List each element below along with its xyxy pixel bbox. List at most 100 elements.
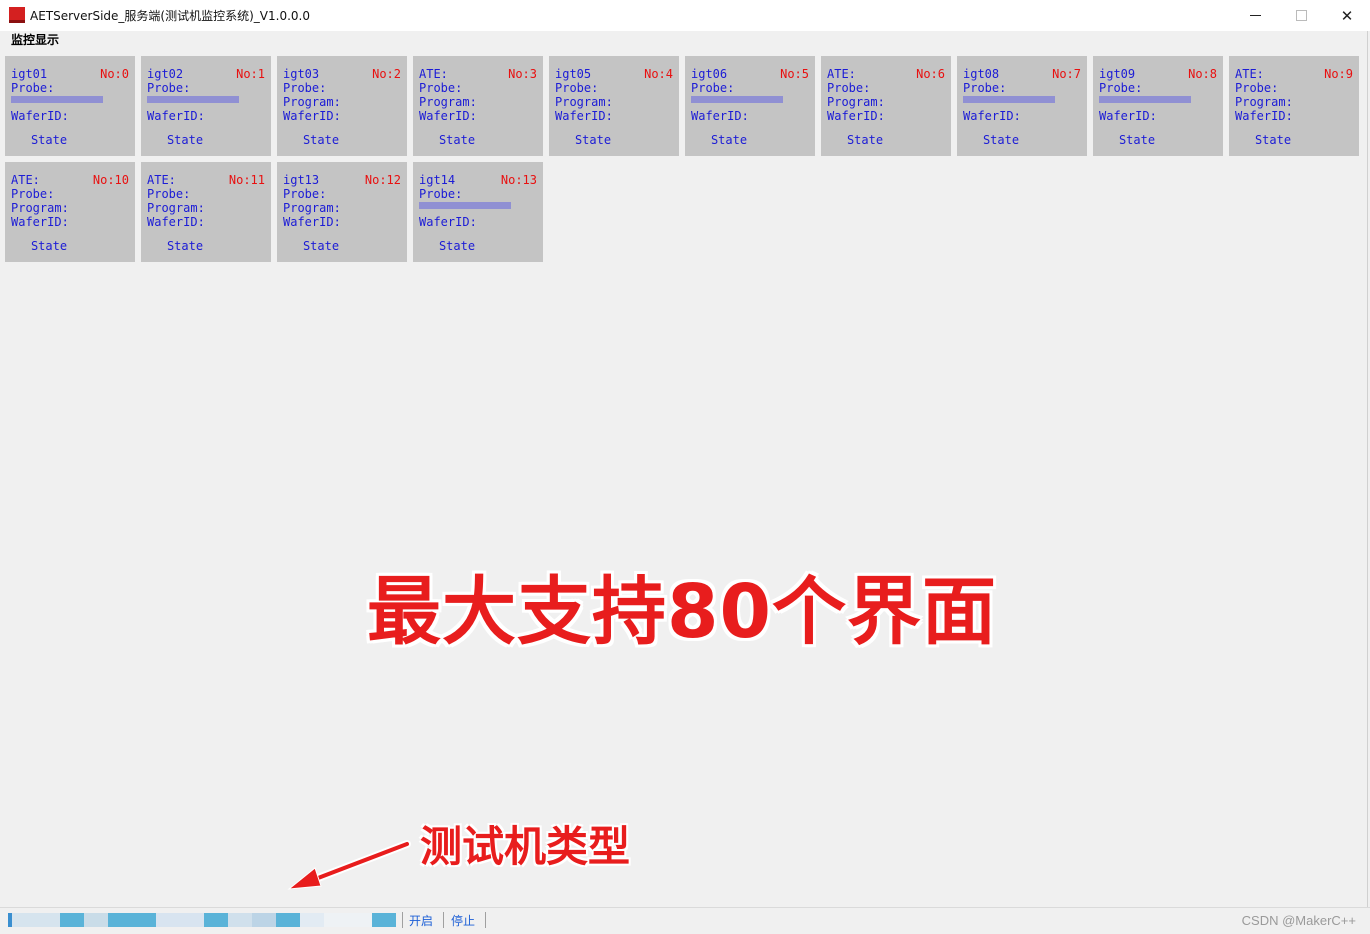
tester-name: igt05: [555, 67, 592, 81]
redacted-value: [691, 96, 783, 103]
tester-card-fields: igt09 Probe: WaferID:: [1099, 67, 1157, 123]
tester-card[interactable]: igt08 Probe: WaferID: No:7 State: [957, 56, 1087, 156]
tester-state: State: [166, 133, 204, 147]
redacted-value: [419, 202, 511, 209]
tester-state: State: [302, 239, 340, 253]
annotation-arrow-icon: [287, 840, 411, 890]
tester-card[interactable]: ATE: Probe: Program: WaferID: No:11 State: [141, 162, 271, 262]
tester-card[interactable]: igt06 Probe: WaferID: No:5 State: [685, 56, 815, 156]
tester-card-fields: igt13 Probe: Program: WaferID:: [283, 173, 341, 229]
redacted-value: [1099, 96, 1191, 103]
tester-card-fields: ATE: Probe: Program: WaferID:: [11, 173, 69, 229]
menu-bar: 监控显示: [0, 31, 1370, 49]
waferid-label: WaferID:: [283, 109, 341, 123]
status-separator: [402, 912, 403, 928]
probe-label: Probe:: [1099, 81, 1143, 95]
probe-label: Probe:: [11, 81, 55, 95]
tester-state: State: [574, 133, 612, 147]
close-button[interactable]: ✕: [1324, 0, 1370, 31]
tester-state: State: [710, 133, 748, 147]
tester-name: ATE:: [1235, 67, 1264, 81]
waferid-label: WaferID:: [11, 215, 69, 229]
tester-card[interactable]: ATE: Probe: Program: WaferID: No:6 State: [821, 56, 951, 156]
tester-name: igt01: [11, 67, 48, 81]
tester-number: No:13: [500, 173, 537, 187]
tester-card-fields: igt06 Probe: WaferID:: [691, 67, 749, 123]
minimize-button[interactable]: [1232, 0, 1278, 31]
probe-label: Probe:: [419, 187, 463, 201]
minimize-icon: [1249, 15, 1261, 16]
tester-card[interactable]: ATE: Probe: Program: WaferID: No:10 State: [5, 162, 135, 262]
waferid-label: WaferID:: [827, 109, 885, 123]
status-bar: 开启 停止 CSDN @MakerC++: [0, 907, 1370, 934]
tester-name: igt06: [691, 67, 728, 81]
waferid-label: WaferID:: [691, 109, 749, 123]
tester-card[interactable]: igt14 Probe: WaferID: No:13 State: [413, 162, 543, 262]
tester-number: No:3: [508, 67, 537, 81]
tester-name: igt08: [963, 67, 1000, 81]
tester-card-fields: igt02 Probe: WaferID:: [147, 67, 205, 123]
tester-name: igt14: [419, 173, 456, 187]
probe-label: Probe:: [147, 81, 191, 95]
tester-number: No:12: [364, 173, 401, 187]
waferid-label: WaferID:: [1099, 109, 1157, 123]
program-label: Program:: [147, 201, 205, 215]
redacted-value: [963, 96, 1055, 103]
probe-label: Probe:: [419, 81, 463, 95]
tester-state: State: [166, 239, 204, 253]
tester-card[interactable]: ATE: Probe: Program: WaferID: No:3 State: [413, 56, 543, 156]
tester-state: State: [846, 133, 884, 147]
tester-card[interactable]: igt09 Probe: WaferID: No:8 State: [1093, 56, 1223, 156]
waferid-label: WaferID:: [1235, 109, 1293, 123]
tester-card[interactable]: igt01 Probe: WaferID: No:0 State: [5, 56, 135, 156]
tester-number: No:1: [236, 67, 265, 81]
tester-number: No:4: [644, 67, 673, 81]
tester-card[interactable]: igt13 Probe: Program: WaferID: No:12 State: [277, 162, 407, 262]
window-title: AETServerSide_服务端(测试机监控系统)_V1.0.0.0: [30, 9, 310, 23]
tester-name: igt13: [283, 173, 320, 187]
tester-card-fields: ATE: Probe: Program: WaferID:: [147, 173, 205, 229]
maximize-icon: [1295, 10, 1307, 21]
waferid-label: WaferID:: [419, 215, 477, 229]
maximize-button[interactable]: [1278, 0, 1324, 31]
overlay-annotation: 测试机类型: [420, 822, 631, 871]
tester-state: State: [438, 239, 476, 253]
probe-label: Probe:: [1235, 81, 1279, 95]
tester-state: State: [30, 133, 68, 147]
status-separator: [443, 912, 444, 928]
overlay-banner: 最大支持80个界面: [367, 569, 997, 655]
waferid-label: WaferID:: [419, 109, 477, 123]
tester-card-fields: ATE: Probe: Program: WaferID:: [1235, 67, 1293, 123]
tester-state: State: [30, 239, 68, 253]
program-label: Program:: [419, 95, 477, 109]
menu-item-monitor[interactable]: 监控显示: [11, 31, 59, 48]
tester-card-fields: igt14 Probe: WaferID:: [419, 173, 477, 229]
waferid-label: WaferID:: [147, 109, 205, 123]
tester-name: ATE:: [827, 67, 856, 81]
stop-button[interactable]: 停止: [451, 912, 475, 929]
tester-number: No:6: [916, 67, 945, 81]
probe-label: Probe:: [147, 187, 191, 201]
waferid-label: WaferID:: [283, 215, 341, 229]
probe-label: Probe:: [555, 81, 599, 95]
title-bar: AETServerSide_服务端(测试机监控系统)_V1.0.0.0 ✕: [0, 0, 1370, 31]
program-label: Program:: [283, 95, 341, 109]
tester-card[interactable]: igt03 Probe: Program: WaferID: No:2 State: [277, 56, 407, 156]
tester-card[interactable]: igt05 Probe: Program: WaferID: No:4 State: [549, 56, 679, 156]
watermark: CSDN @MakerC++: [1241, 913, 1356, 928]
waferid-label: WaferID:: [963, 109, 1021, 123]
tester-number: No:7: [1052, 67, 1081, 81]
window-edge: [1367, 31, 1368, 907]
redacted-value: [147, 96, 239, 103]
program-label: Program:: [555, 95, 613, 109]
tester-card[interactable]: ATE: Probe: Program: WaferID: No:9 State: [1229, 56, 1359, 156]
tester-name: igt09: [1099, 67, 1136, 81]
tester-card[interactable]: igt02 Probe: WaferID: No:1 State: [141, 56, 271, 156]
tester-number: No:0: [100, 67, 129, 81]
program-label: Program:: [1235, 95, 1293, 109]
probe-label: Probe:: [11, 187, 55, 201]
tester-state: State: [982, 133, 1020, 147]
tester-card-fields: ATE: Probe: Program: WaferID:: [827, 67, 885, 123]
start-button[interactable]: 开启: [409, 912, 433, 929]
tester-type-strip: [8, 913, 398, 927]
